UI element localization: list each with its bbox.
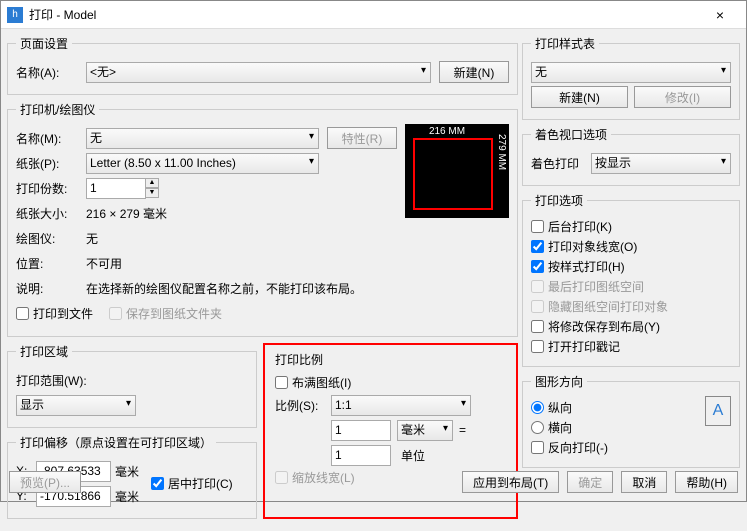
paper-preview: 216 MM 279 MM: [405, 124, 509, 218]
reverse-check[interactable]: 反向打印(-): [531, 439, 705, 456]
location-value: 不可用: [86, 255, 122, 272]
app-icon: h: [7, 7, 23, 23]
portrait-radio[interactable]: 纵向: [531, 399, 705, 416]
orientation-icon: A: [705, 396, 731, 426]
landscape-radio[interactable]: 横向: [531, 419, 705, 436]
opt-style-check[interactable]: 按样式打印(H): [531, 258, 731, 275]
opt-bg-check[interactable]: 后台打印(K): [531, 218, 731, 235]
shade-label: 着色打印: [531, 155, 591, 172]
desc-label: 说明:: [16, 280, 86, 297]
plotter-label: 绘图仪:: [16, 230, 86, 247]
printer-group: 打印机/绘图仪 名称(M): 无 特性(R) 纸张(P): Letter (8.…: [7, 101, 518, 337]
preview-height-label: 279 MM: [496, 134, 507, 218]
copies-input[interactable]: [86, 178, 146, 199]
page-setup-legend: 页面设置: [16, 35, 72, 52]
ratio-label: 比例(S):: [275, 397, 331, 414]
location-label: 位置:: [16, 255, 86, 272]
titlebar: h 打印 - Model ×: [1, 1, 746, 29]
copies-label: 打印份数:: [16, 180, 86, 197]
preview-width-label: 216 MM: [405, 126, 489, 137]
range-select[interactable]: 显示: [16, 395, 136, 416]
cancel-button[interactable]: 取消: [621, 471, 667, 493]
scale-unit2-label: 单位: [401, 447, 425, 464]
range-label: 打印范围(W):: [16, 372, 87, 389]
scale-unit-select[interactable]: 毫米: [397, 420, 453, 441]
print-options-legend: 打印选项: [531, 192, 587, 209]
footer: 预览(P)... 应用到布局(T) 确定 取消 帮助(H): [9, 471, 738, 493]
paper-label: 纸张(P):: [16, 155, 86, 172]
print-area-group: 打印区域 打印范围(W): 显示: [7, 343, 257, 428]
ratio-select[interactable]: 1:1: [331, 395, 471, 416]
pagesetup-name-label: 名称(A):: [16, 64, 86, 81]
opt-hide-check: 隐藏图纸空间打印对象: [531, 298, 731, 315]
shade-select[interactable]: 按显示: [591, 153, 731, 174]
style-table-select[interactable]: 无: [531, 62, 731, 83]
paper-select[interactable]: Letter (8.50 x 11.00 Inches): [86, 153, 319, 174]
opt-lw-check[interactable]: 打印对象线宽(O): [531, 238, 731, 255]
papersize-value: 216 × 279 毫米: [86, 205, 167, 222]
plotter-value: 无: [86, 230, 98, 247]
fit-paper-check[interactable]: 布满图纸(I): [275, 374, 506, 391]
print-area-legend: 打印区域: [16, 343, 72, 360]
preview-button[interactable]: 预览(P)...: [9, 471, 81, 493]
pagesetup-new-button[interactable]: 新建(N): [439, 61, 509, 83]
desc-value: 在选择新的绘图仪配置名称之前，不能打印该布局。: [86, 280, 362, 297]
viewport-group: 着色视口选项 着色打印 按显示: [522, 126, 740, 186]
style-new-button[interactable]: 新建(N): [531, 86, 628, 108]
printer-props-button[interactable]: 特性(R): [327, 127, 397, 149]
save-folder-check: 保存到图纸文件夹: [109, 305, 222, 322]
opt-last-check: 最后打印图纸空间: [531, 278, 731, 295]
style-edit-button[interactable]: 修改(I): [634, 86, 731, 108]
style-table-legend: 打印样式表: [531, 35, 599, 52]
opt-save-check[interactable]: 将修改保存到布局(Y): [531, 318, 731, 335]
help-button[interactable]: 帮助(H): [675, 471, 738, 493]
ok-button[interactable]: 确定: [567, 471, 613, 493]
scale-legend: 打印比例: [275, 351, 506, 368]
printer-legend: 打印机/绘图仪: [16, 101, 99, 118]
opt-stamp-check[interactable]: 打开打印戳记: [531, 338, 731, 355]
papersize-label: 纸张大小:: [16, 205, 86, 222]
printer-name-label: 名称(M):: [16, 130, 86, 147]
scale-val2-input[interactable]: [331, 445, 391, 466]
offset-legend: 打印偏移（原点设置在可打印区域）: [16, 434, 216, 451]
copies-spinner[interactable]: ▲▼: [145, 178, 159, 198]
style-table-group: 打印样式表 无 新建(N) 修改(I): [522, 35, 740, 120]
pagesetup-name-select[interactable]: <无>: [86, 62, 431, 83]
preview-rect: [413, 138, 493, 210]
scale-val1-input[interactable]: [331, 420, 391, 441]
orientation-group: 图形方向 纵向 横向 反向打印(-) A: [522, 373, 740, 468]
window-title: 打印 - Model: [29, 6, 700, 23]
print-to-file-check[interactable]: 打印到文件: [16, 305, 93, 322]
page-setup-group: 页面设置 名称(A): <无> 新建(N): [7, 35, 518, 95]
printer-name-select[interactable]: 无: [86, 128, 319, 149]
orientation-legend: 图形方向: [531, 373, 587, 390]
print-options-group: 打印选项 后台打印(K) 打印对象线宽(O) 按样式打印(H) 最后打印图纸空间…: [522, 192, 740, 367]
close-button[interactable]: ×: [700, 7, 740, 23]
viewport-legend: 着色视口选项: [531, 126, 611, 143]
apply-layout-button[interactable]: 应用到布局(T): [462, 471, 559, 493]
eq-label: =: [459, 423, 466, 437]
